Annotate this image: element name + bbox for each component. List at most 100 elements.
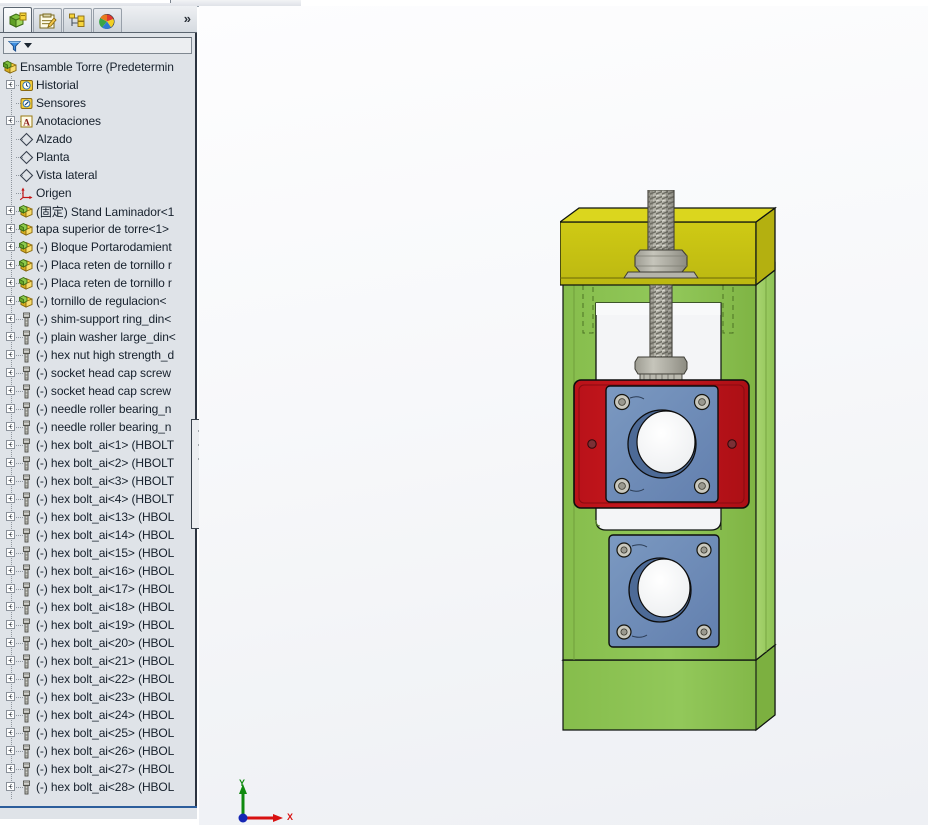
tree-node[interactable]: + (-) hex bolt_ai<27> (HBOL	[0, 760, 195, 778]
tree-node[interactable]: + (-) hex bolt_ai<28> (HBOL	[0, 778, 195, 796]
tree-node[interactable]: + (-) hex bolt_ai<26> (HBOL	[0, 742, 195, 760]
solidworks-window: » Ensamble Torre (Predetermin + Historial S…	[0, 0, 928, 825]
tree-node[interactable]: + (-) hex bolt_ai<25> (HBOL	[0, 724, 195, 742]
tree-node[interactable]: Vista lateral	[0, 166, 195, 184]
tree-node-label: (-) shim-support ring_din<	[36, 312, 172, 326]
tab-property-manager[interactable]	[33, 8, 62, 33]
tree-node[interactable]: + (-) hex bolt_ai<13> (HBOL	[0, 508, 195, 526]
tree-node[interactable]: + (-) hex bolt_ai<14> (HBOL	[0, 526, 195, 544]
tree-node[interactable]: + (-) socket head cap screw	[0, 364, 195, 382]
sensor-icon	[18, 95, 34, 111]
tree-node[interactable]: + (-) Bloque Portarodamient	[0, 238, 195, 256]
part-icon	[18, 293, 34, 309]
tab-feature-manager-design-tree[interactable]	[3, 7, 32, 33]
fastener-icon	[18, 527, 34, 543]
tree-node[interactable]: + Historial	[0, 76, 195, 94]
tree-node-label: (-) socket head cap screw	[36, 366, 171, 380]
tree-node[interactable]: + (-) shim-support ring_din<	[0, 310, 195, 328]
fastener-icon	[18, 455, 34, 471]
tree-node[interactable]: + (-) hex bolt_ai<19> (HBOL	[0, 616, 195, 634]
tree-node-label: Vista lateral	[36, 168, 98, 182]
design-tree[interactable]: Ensamble Torre (Predetermin + Historial Sen…	[0, 58, 195, 800]
tree-node[interactable]: + (-) hex bolt_ai<16> (HBOL	[0, 562, 195, 580]
tree-node[interactable]: + (-) hex bolt_ai<22> (HBOL	[0, 670, 195, 688]
fastener-icon	[18, 581, 34, 597]
fastener-icon	[18, 635, 34, 651]
tower-assembly-model[interactable]	[560, 190, 790, 750]
tree-node-label: (-) hex bolt_ai<2> (HBOLT	[36, 456, 175, 470]
svg-text:A: A	[23, 118, 30, 128]
tree-node[interactable]: + (-) hex nut high strength_d	[0, 346, 195, 364]
tree-node[interactable]: + (-) hex bolt_ai<2> (HBOLT	[0, 454, 195, 472]
tree-node[interactable]: + (-) hex bolt_ai<17> (HBOL	[0, 580, 195, 598]
tree-node-label: Relaciones de posición	[36, 798, 157, 800]
tree-node[interactable]: + (-) tornillo de regulacion<	[0, 292, 195, 310]
tree-node-label: (-) needle roller bearing_n	[36, 420, 172, 434]
tab-overflow-chevron[interactable]: »	[184, 11, 191, 26]
tree-node-label: (-) tornillo de regulacion<	[36, 294, 167, 308]
tree-node-label: (-) hex bolt_ai<1> (HBOLT	[36, 438, 175, 452]
tab-configuration-manager[interactable]	[63, 8, 92, 33]
tree-node-label: (-) hex bolt_ai<14> (HBOL	[36, 528, 175, 542]
tree-node-label: (-) hex bolt_ai<27> (HBOL	[36, 762, 175, 776]
fastener-icon	[18, 419, 34, 435]
tree-node[interactable]: + (-) hex bolt_ai<4> (HBOLT	[0, 490, 195, 508]
part-icon	[18, 221, 34, 237]
fastener-icon	[18, 329, 34, 345]
tree-node-label: Ensamble Torre (Predetermin	[20, 60, 174, 74]
tree-node-label: (-) hex nut high strength_d	[36, 348, 175, 362]
tree-node[interactable]: + (-) plain washer large_din<	[0, 328, 195, 346]
tree-node[interactable]: + (-) hex bolt_ai<3> (HBOLT	[0, 472, 195, 490]
tree-node-label: (固定) Stand Laminador<1	[36, 204, 175, 219]
tree-root-node[interactable]: Ensamble Torre (Predetermin	[0, 58, 195, 76]
tree-node-label: (-) hex bolt_ai<20> (HBOL	[36, 636, 175, 650]
tree-node-label: (-) hex bolt_ai<25> (HBOL	[36, 726, 175, 740]
tree-node[interactable]: + (-) socket head cap screw	[0, 382, 195, 400]
tree-node-label: (-) hex bolt_ai<13> (HBOL	[36, 510, 175, 524]
graphics-viewport[interactable]: Y X	[199, 6, 928, 825]
orientation-triad: Y X	[231, 778, 301, 825]
tree-node[interactable]: + A Anotaciones	[0, 112, 195, 130]
tree-node-label: tapa superior de torre<1>	[36, 222, 169, 236]
fastener-icon	[18, 761, 34, 777]
triad-y-label: Y	[239, 778, 246, 788]
tree-node[interactable]: + (-) needle roller bearing_n	[0, 400, 195, 418]
tree-node[interactable]: + (-) hex bolt_ai<23> (HBOL	[0, 688, 195, 706]
tree-node-label: (-) hex bolt_ai<26> (HBOL	[36, 744, 175, 758]
tree-node-label: (-) hex bolt_ai<21> (HBOL	[36, 654, 175, 668]
tree-node-label: (-) hex bolt_ai<4> (HBOLT	[36, 492, 175, 506]
tree-node[interactable]: + (-) hex bolt_ai<18> (HBOL	[0, 598, 195, 616]
tree-node[interactable]: + (-) hex bolt_ai<20> (HBOL	[0, 634, 195, 652]
feature-manager-panel: » Ensamble Torre (Predetermin + Historial S…	[0, 6, 205, 819]
tree-node-label: Alzado	[36, 132, 73, 146]
funnel-filter-icon	[8, 40, 21, 52]
filter-dropdown-caret[interactable]	[24, 43, 32, 48]
tree-node[interactable]: +Relaciones de posición	[0, 796, 195, 800]
tree-node[interactable]: + (-) Placa reten de tornillo r	[0, 274, 195, 292]
tree-node-label: Historial	[36, 78, 79, 92]
tree-node[interactable]: + tapa superior de torre<1>	[0, 220, 195, 238]
fastener-icon	[18, 437, 34, 453]
origin-icon	[18, 185, 34, 201]
tree-node-label: (-) needle roller bearing_n	[36, 402, 172, 416]
tree-node[interactable]: + (-) hex bolt_ai<21> (HBOL	[0, 652, 195, 670]
part-icon	[18, 275, 34, 291]
fastener-icon	[18, 707, 34, 723]
tree-node-label: (-) hex bolt_ai<24> (HBOL	[36, 708, 175, 722]
fastener-icon	[18, 473, 34, 489]
tree-node[interactable]: Sensores	[0, 94, 195, 112]
toolbar-strip-inner	[0, 0, 171, 3]
tree-node[interactable]: + (固定) Stand Laminador<1	[0, 202, 195, 220]
tab-display-manager[interactable]	[93, 8, 122, 33]
tree-filter-bar[interactable]	[3, 37, 192, 54]
fastener-icon	[18, 545, 34, 561]
tree-node[interactable]: + (-) hex bolt_ai<24> (HBOL	[0, 706, 195, 724]
tree-node[interactable]: Origen	[0, 184, 195, 202]
tree-node[interactable]: + (-) hex bolt_ai<1> (HBOLT	[0, 436, 195, 454]
tree-node[interactable]: + (-) hex bolt_ai<15> (HBOL	[0, 544, 195, 562]
tree-node[interactable]: + (-) Placa reten de tornillo r	[0, 256, 195, 274]
tree-node[interactable]: Alzado	[0, 130, 195, 148]
tree-node[interactable]: Planta	[0, 148, 195, 166]
tree-node[interactable]: + (-) needle roller bearing_n	[0, 418, 195, 436]
tree-node-label: (-) hex bolt_ai<16> (HBOL	[36, 564, 175, 578]
